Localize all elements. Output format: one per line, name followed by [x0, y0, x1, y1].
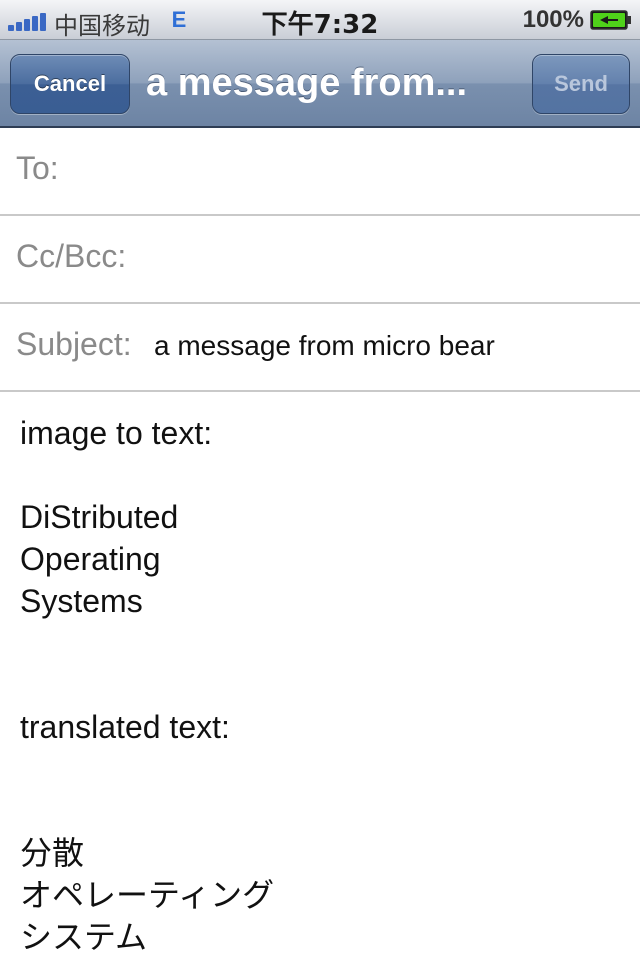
translated-line: 分散: [20, 834, 85, 872]
carrier-name: 中国移动: [54, 12, 150, 40]
send-button[interactable]: Send: [532, 54, 630, 114]
network-type-icon: E: [171, 7, 187, 32]
subject-field[interactable]: Subject: a message from micro bear: [0, 304, 640, 392]
ocr-line: DiStributed: [20, 499, 179, 535]
battery-charging-icon: [590, 10, 631, 30]
translated-line: システム: [20, 918, 148, 956]
cc-bcc-field[interactable]: Cc/Bcc:: [0, 216, 640, 304]
navigation-bar: Cancel a message from... Send: [0, 40, 640, 128]
signal-strength-icon: [8, 9, 48, 31]
ocr-line: Systems: [20, 583, 143, 619]
status-bar: 中国移动 E 下午7:32 100%: [0, 0, 640, 40]
message-body[interactable]: image to text: DiStributed Operating Sys…: [20, 412, 620, 960]
body-heading-translated-text: translated text:: [20, 709, 230, 745]
battery-percent: 100%: [522, 6, 584, 33]
to-field[interactable]: To:: [0, 128, 640, 216]
subject-input[interactable]: a message from micro bear: [154, 330, 495, 362]
body-heading-image-to-text: image to text:: [20, 415, 213, 451]
ocr-line: Operating: [20, 541, 161, 577]
cc-bcc-label: Cc/Bcc:: [16, 238, 127, 274]
cancel-button[interactable]: Cancel: [10, 54, 130, 114]
subject-label: Subject:: [16, 326, 132, 362]
translated-line: オペレーティング: [20, 876, 275, 914]
to-label: To:: [16, 150, 59, 186]
compose-title: a message from...: [146, 62, 468, 104]
